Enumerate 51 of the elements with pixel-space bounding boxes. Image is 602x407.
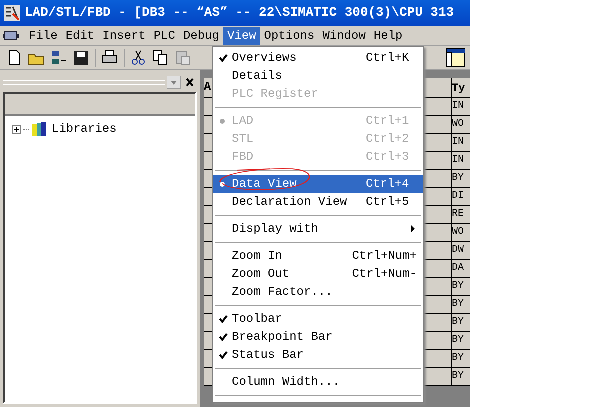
menu-item[interactable]: Display with	[213, 220, 423, 238]
scissors-icon[interactable]	[130, 48, 148, 66]
menu-bar-item[interactable]: Edit	[62, 26, 99, 44]
menu-item[interactable]: Details	[213, 67, 423, 85]
menu-bar-item[interactable]: File	[25, 26, 62, 44]
menu-bar-item[interactable]: Insert	[98, 26, 150, 44]
table-cell: RE	[452, 206, 470, 223]
menu-bar-item[interactable]: View	[223, 26, 260, 44]
app-icon	[3, 4, 21, 22]
window-icon[interactable]	[446, 48, 466, 68]
menu-bar-item[interactable]: Help	[370, 26, 407, 44]
save-icon[interactable]	[72, 48, 90, 66]
table-cell: BY	[452, 368, 470, 385]
menu-bar-item[interactable]: Options	[260, 26, 319, 44]
expand-toggle-icon[interactable]	[12, 124, 21, 134]
table-cell: BY	[452, 332, 470, 349]
print-icon[interactable]	[101, 48, 119, 66]
table-cell: DI	[452, 188, 470, 205]
window-title: LAD/STL/FBD - [DB3 -- “AS” -- 22\SIMATIC 300(3)\CPU 313	[25, 4, 454, 22]
copy-icon[interactable]	[152, 48, 170, 66]
table-cell: BY	[452, 350, 470, 367]
table-cell: IN	[452, 98, 470, 115]
menu-item[interactable]: Overviews Ctrl+K	[213, 49, 423, 67]
table-cell: BY	[452, 278, 470, 295]
table-cell: BY	[452, 314, 470, 331]
tree-item[interactable]: Libraries	[52, 120, 117, 138]
menu-item[interactable]: Zoom In Ctrl+Num+	[213, 247, 423, 265]
menu-item[interactable]: Zoom Factor...	[213, 283, 423, 301]
table-cell: BY	[452, 296, 470, 313]
books-icon	[31, 122, 47, 136]
table-cell: WO	[452, 224, 470, 241]
table-cell: IN	[452, 152, 470, 169]
menu-bar-item[interactable]: PLC	[150, 26, 180, 44]
table-cell: DW	[452, 242, 470, 259]
document-icon[interactable]	[3, 30, 19, 42]
menu-item[interactable]: Column Width...	[213, 373, 423, 391]
table-cell: BY	[452, 170, 470, 187]
menu-bar-item[interactable]: Window	[318, 26, 370, 44]
submenu-arrow-icon	[411, 225, 415, 233]
table-cell: WO	[452, 116, 470, 133]
menu-item[interactable]: Data View Ctrl+4	[213, 175, 423, 193]
column-header: Ty	[452, 82, 466, 97]
menu-bar-item[interactable]: Debug	[179, 26, 224, 44]
menu-item[interactable]: Declaration View Ctrl+5	[213, 193, 423, 211]
menu-item[interactable]: Status Bar	[213, 346, 423, 364]
network-icon[interactable]	[50, 48, 68, 66]
menu-item[interactable]: Zoom Out Ctrl+Num-	[213, 265, 423, 283]
table-cell: DA	[452, 260, 470, 277]
menu-item[interactable]: Breakpoint Bar	[213, 328, 423, 346]
menu-item[interactable]: Toolbar	[213, 310, 423, 328]
table-cell: IN	[452, 134, 470, 151]
